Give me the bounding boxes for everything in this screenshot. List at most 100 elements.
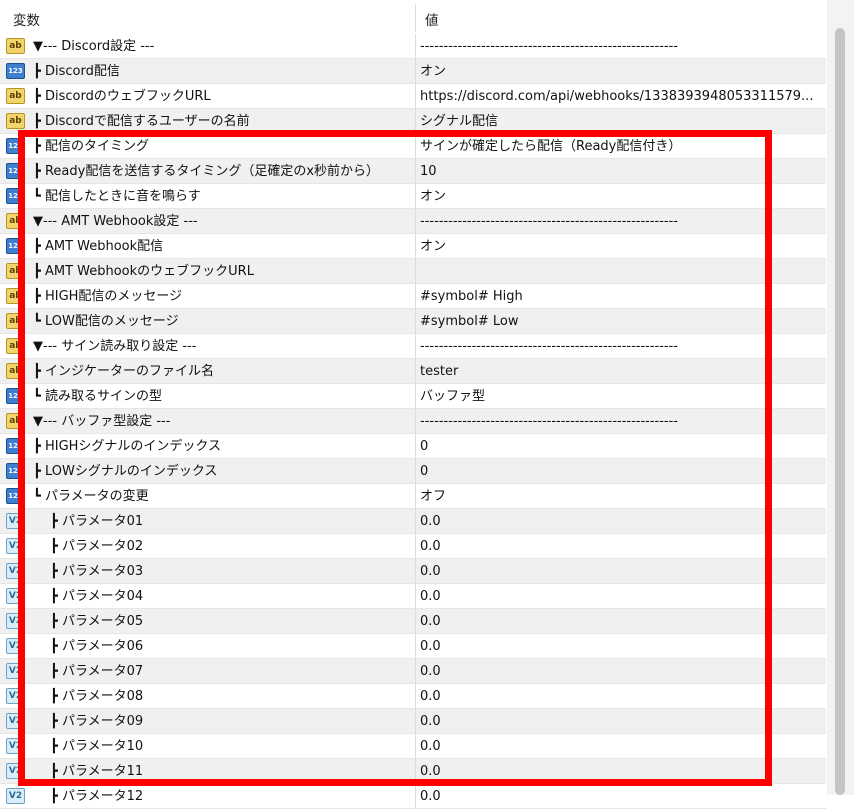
variable-value[interactable] — [420, 259, 820, 284]
cell-divider — [415, 384, 416, 409]
table-row[interactable]: V2 ┣ パラメータ01 0.0 — [0, 509, 826, 534]
parameter-table: ab ▼--- Discord設定 --- --------------------… — [0, 34, 826, 809]
integer-type-icon: 123 — [6, 138, 25, 154]
variable-value[interactable]: オン — [420, 59, 820, 84]
string-type-icon: ab — [6, 288, 25, 304]
variable-value[interactable]: サインが確定したら配信（Ready配信付き） — [420, 134, 820, 159]
table-row[interactable]: V2 ┣ パラメータ05 0.0 — [0, 609, 826, 634]
integer-type-icon: 123 — [6, 438, 25, 454]
table-row[interactable]: 123 ┗ 配信したときに音を鳴らす オン — [0, 184, 826, 209]
variable-value[interactable]: 0 — [420, 459, 820, 484]
table-row[interactable]: 123 ┗ 読み取るサインの型 バッファ型 — [0, 384, 826, 409]
variable-name: ┣ パラメータ03 — [50, 564, 144, 579]
cell-divider — [415, 209, 416, 234]
string-type-icon: ab — [6, 88, 25, 104]
table-row[interactable]: V2 ┣ パラメータ04 0.0 — [0, 584, 826, 609]
variable-value[interactable]: 0.0 — [420, 684, 820, 709]
table-row[interactable]: ab ▼--- AMT Webhook設定 --- ----------------… — [0, 209, 826, 234]
table-row[interactable]: V2 ┣ パラメータ08 0.0 — [0, 684, 826, 709]
variable-value[interactable]: 0.0 — [420, 784, 820, 809]
table-row[interactable]: 123 ┣ AMT Webhook配信 オン — [0, 234, 826, 259]
double-type-icon: V2 — [6, 638, 25, 654]
variable-name: ▼--- サイン読み取り設定 --- — [33, 339, 197, 354]
table-row[interactable]: ab ┣ Discordで配信するユーザーの名前 シグナル配信 — [0, 109, 826, 134]
table-row[interactable]: ab ┣ AMT WebhookのウェブフックURL — [0, 259, 826, 284]
variable-value[interactable]: ----------------------------------------… — [420, 34, 820, 59]
variable-value[interactable]: バッファ型 — [420, 384, 820, 409]
table-row[interactable]: 123 ┗ パラメータの変更 オフ — [0, 484, 826, 509]
cell-divider — [415, 59, 416, 84]
variable-value[interactable]: ----------------------------------------… — [420, 334, 820, 359]
variable-name: ┣ パラメータ11 — [50, 764, 144, 779]
variable-name: ┣ パラメータ01 — [50, 514, 144, 529]
column-divider[interactable] — [415, 4, 416, 32]
table-row[interactable]: ab ▼--- Discord設定 --- --------------------… — [0, 34, 826, 59]
double-type-icon: V2 — [6, 788, 25, 804]
variable-value[interactable]: #symbol# Low — [420, 309, 820, 334]
variable-value[interactable]: 0.0 — [420, 734, 820, 759]
variable-value[interactable]: オン — [420, 234, 820, 259]
variable-value[interactable]: 10 — [420, 159, 820, 184]
table-row[interactable]: V2 ┣ パラメータ03 0.0 — [0, 559, 826, 584]
table-row[interactable]: 123 ┣ Discord配信 オン — [0, 59, 826, 84]
variable-value[interactable]: 0.0 — [420, 534, 820, 559]
double-type-icon: V2 — [6, 563, 25, 579]
cell-divider — [415, 659, 416, 684]
table-row[interactable]: ab ┣ DiscordのウェブフックURL https://discord.com… — [0, 84, 826, 109]
column-header-value[interactable]: 値 — [425, 9, 439, 29]
table-row[interactable]: ab ▼--- サイン読み取り設定 --- --------------------… — [0, 334, 826, 359]
table-row[interactable]: 123 ┣ LOWシグナルのインデックス 0 — [0, 459, 826, 484]
variable-value[interactable]: 0.0 — [420, 659, 820, 684]
vertical-scrollbar[interactable] — [827, 0, 854, 795]
table-row[interactable]: V2 ┣ パラメータ12 0.0 — [0, 784, 826, 809]
table-row[interactable]: 123 ┣ Ready配信を送信するタイミング（足確定のx秒前から） 10 — [0, 159, 826, 184]
scrollbar-thumb[interactable] — [835, 28, 845, 795]
variable-value[interactable]: 0 — [420, 434, 820, 459]
cell-divider — [415, 534, 416, 559]
variable-value[interactable]: 0.0 — [420, 559, 820, 584]
variable-value[interactable]: ----------------------------------------… — [420, 409, 820, 434]
table-row[interactable]: ab ┣ インジケーターのファイル名 tester — [0, 359, 826, 384]
double-type-icon: V2 — [6, 763, 25, 779]
table-row[interactable]: V2 ┣ パラメータ10 0.0 — [0, 734, 826, 759]
variable-value[interactable]: オン — [420, 184, 820, 209]
variable-value[interactable]: 0.0 — [420, 609, 820, 634]
variable-value[interactable]: ----------------------------------------… — [420, 209, 820, 234]
variable-value[interactable]: https://discord.com/api/webhooks/1338393… — [420, 84, 820, 109]
table-row[interactable]: 123 ┣ 配信のタイミング サインが確定したら配信（Ready配信付き） — [0, 134, 826, 159]
variable-name: ┣ 配信のタイミング — [33, 139, 149, 154]
table-row[interactable]: ab ┣ HIGH配信のメッセージ #symbol# High — [0, 284, 826, 309]
double-type-icon: V2 — [6, 713, 25, 729]
integer-type-icon: 123 — [6, 63, 25, 79]
variable-value[interactable]: 0.0 — [420, 759, 820, 784]
variable-value[interactable]: 0.0 — [420, 709, 820, 734]
variable-name: ┗ 配信したときに音を鳴らす — [33, 189, 201, 204]
cell-divider — [415, 584, 416, 609]
variable-name: ┣ HIGH配信のメッセージ — [33, 289, 183, 304]
variable-value[interactable]: tester — [420, 359, 820, 384]
string-type-icon: ab — [6, 38, 25, 54]
variable-name: ┣ パラメータ05 — [50, 614, 144, 629]
variable-value[interactable]: シグナル配信 — [420, 109, 820, 134]
column-header-variable[interactable]: 変数 — [13, 9, 40, 29]
table-row[interactable]: 123 ┣ HIGHシグナルのインデックス 0 — [0, 434, 826, 459]
variable-name: ┣ インジケーターのファイル名 — [33, 364, 214, 379]
variable-name: ┣ パラメータ07 — [50, 664, 144, 679]
table-row[interactable]: ab ▼--- バッファ型設定 --- ----------------------… — [0, 409, 826, 434]
variable-name: ┣ AMT Webhook配信 — [33, 239, 164, 254]
variable-value[interactable]: 0.0 — [420, 509, 820, 534]
variable-value[interactable]: #symbol# High — [420, 284, 820, 309]
table-row[interactable]: V2 ┣ パラメータ11 0.0 — [0, 759, 826, 784]
variable-value[interactable]: オフ — [420, 484, 820, 509]
table-row[interactable]: V2 ┣ パラメータ07 0.0 — [0, 659, 826, 684]
integer-type-icon: 123 — [6, 488, 25, 504]
table-row[interactable]: ab ┗ LOW配信のメッセージ #symbol# Low — [0, 309, 826, 334]
integer-type-icon: 123 — [6, 163, 25, 179]
table-row[interactable]: V2 ┣ パラメータ02 0.0 — [0, 534, 826, 559]
variable-value[interactable]: 0.0 — [420, 584, 820, 609]
table-row[interactable]: V2 ┣ パラメータ09 0.0 — [0, 709, 826, 734]
variable-name: ┣ AMT WebhookのウェブフックURL — [33, 264, 254, 279]
table-row[interactable]: V2 ┣ パラメータ06 0.0 — [0, 634, 826, 659]
variable-name: ┣ Discordで配信するユーザーの名前 — [33, 114, 250, 129]
variable-value[interactable]: 0.0 — [420, 634, 820, 659]
